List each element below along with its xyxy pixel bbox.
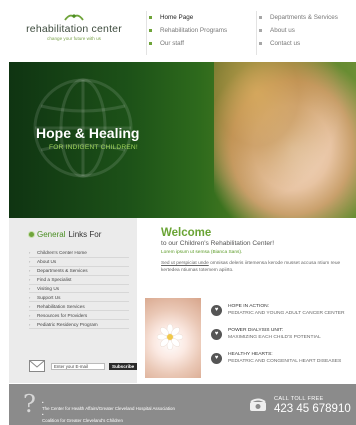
welcome-subtitle: to our Children's Rehabilitation Center! (161, 240, 275, 247)
sidebar-heading-accent: General (37, 230, 66, 239)
sidebar: General Links For › Children's Center Hom… (9, 218, 138, 383)
sidebar-link[interactable]: › Support Us (29, 293, 129, 303)
sidebar-link-label: Find a Specialist (37, 277, 72, 283)
call-label: CALL TOLL FREE (274, 396, 324, 402)
arrow-right-icon: › (29, 294, 31, 300)
hero-photo-hair (214, 62, 356, 218)
hero-banner: Hope & Healing FOR INDIGENT CHILDREN! (9, 62, 356, 218)
question-mark-icon: ? (23, 390, 36, 418)
sidebar-link-label: Resources for Providers (37, 312, 88, 318)
sidebar-link-label: Rehabilitation Services (37, 303, 85, 309)
phone-icon (250, 398, 266, 411)
arrow-right-icon: › (29, 312, 31, 318)
footer-link[interactable]: • Coalition for Greater Cleveland's Chil… (42, 412, 175, 424)
footer-link-label: The Center for Health Affairs/Greater Cl… (42, 406, 175, 411)
service-description: MAXIMIZING EACH CHILD'S POTENTIAL (228, 334, 321, 340)
nav-item-about[interactable]: About us (259, 24, 351, 37)
arrow-right-icon: › (29, 268, 31, 274)
nav-item-label: Our staff (160, 40, 185, 47)
logo-title: rehabilitation center (26, 23, 122, 35)
welcome-link[interactable]: Lorem ipsum ut semsa (Bianca Sans). (161, 250, 242, 255)
arrow-right-icon: › (29, 277, 31, 283)
nav-item-label: Contact us (270, 40, 301, 47)
bullet-icon (149, 42, 152, 45)
welcome-title: Welcome (161, 227, 212, 239)
bullet-icon (29, 232, 34, 237)
sidebar-link-label: Support Us (37, 294, 61, 300)
bullet-icon (149, 29, 152, 32)
phone-number[interactable]: 423 45 678910 (274, 403, 351, 415)
footer: ? • The Center for Health Affairs/Greate… (9, 384, 356, 425)
sidebar-link-label: Departments & Services (37, 268, 88, 274)
hands-flower-photo (145, 298, 201, 378)
sidebar-link[interactable]: › Resources for Providers (29, 311, 129, 321)
services-list: ♥ HOPE IN ACTION: PEDIATRIC AND YOUNG AD… (211, 304, 356, 376)
sidebar-heading: General Links For (29, 230, 101, 239)
sidebar-link-label: About Us (37, 259, 57, 265)
sidebar-link-label: Visiting Us (37, 286, 60, 291)
newsletter-form: Enter your E-mail Subscribe (29, 358, 149, 374)
sidebar-link-label: Pediatric Residency Program (37, 321, 98, 327)
service-item[interactable]: ♥ POWER DIALYSIS UNIT: MAXIMIZING EACH C… (211, 328, 356, 352)
sidebar-link[interactable]: › About Us (29, 258, 129, 267)
welcome-body-link[interactable]: Sed ut perspiciat unde (161, 261, 209, 266)
nav-item-label: Home Page (160, 14, 194, 21)
sidebar-links: › Children's Center Home › About Us › Depar… (29, 249, 129, 330)
logo-tagline: change your future with us (47, 36, 101, 41)
hero-subtitle: FOR INDIGENT CHILDREN! (49, 144, 138, 151)
flower-icon (157, 324, 183, 350)
nav-item-our-staff[interactable]: Our staff (149, 37, 246, 50)
footer-link-label: Coalition for Greater Cleveland's Childr… (42, 418, 123, 423)
services-panel: ♥ HOPE IN ACTION: PEDIATRIC AND YOUNG AD… (145, 298, 356, 380)
nav-item-contact[interactable]: Contact us (259, 37, 351, 50)
bullet-icon (259, 29, 262, 32)
logo[interactable]: rehabilitation center change your future… (24, 12, 124, 41)
sidebar-link[interactable]: › Pediatric Residency Program (29, 320, 129, 330)
main-nav-primary: Home Page Rehabilitation Programs Our st… (146, 11, 246, 55)
sidebar-link[interactable]: › Departments & Services (29, 267, 129, 276)
sidebar-link[interactable]: › Visiting Us (29, 285, 129, 294)
arrow-right-icon: › (29, 321, 31, 327)
arrow-right-icon: › (29, 303, 31, 309)
welcome-body: Sed ut perspiciat unde omnisas deleris i… (161, 260, 351, 274)
sidebar-link[interactable]: › Children's Center Home (29, 249, 129, 258)
sidebar-link-label: Children's Center Home (37, 250, 87, 256)
heart-icon: ♥ (211, 353, 222, 364)
nav-item-label: About us (270, 27, 295, 34)
nav-item-home[interactable]: Home Page (149, 11, 246, 24)
arrow-right-icon: › (29, 259, 31, 265)
arrow-right-icon: › (29, 250, 31, 256)
footer-link[interactable]: • The Center for Health Affairs/Greater … (42, 400, 175, 412)
sidebar-link[interactable]: › Rehabilitation Services (29, 302, 129, 312)
footer-links: • The Center for Health Affairs/Greater … (42, 400, 175, 424)
service-description: PEDIATRIC AND YOUNG ADULT CANCER CENTER (228, 310, 345, 316)
nav-item-rehabilitation-programs[interactable]: Rehabilitation Programs (149, 24, 246, 37)
service-item[interactable]: ♥ HEALTHY HEARTS: PEDIATRIC AND CONGENIT… (211, 352, 356, 376)
service-item[interactable]: ♥ HOPE IN ACTION: PEDIATRIC AND YOUNG AD… (211, 304, 356, 328)
main-nav-secondary: Departments & Services About us Contact … (256, 11, 351, 55)
subscribe-button[interactable]: Subscribe (109, 362, 138, 370)
nav-item-label: Departments & Services (270, 14, 338, 21)
heart-icon: ♥ (211, 305, 222, 316)
heart-icon: ♥ (211, 329, 222, 340)
envelope-icon (29, 360, 45, 372)
service-description: PEDIATRIC AND CONGENITAL HEART DISEASES (228, 358, 342, 364)
email-field[interactable]: Enter your E-mail (51, 362, 105, 370)
sidebar-link[interactable]: › Find a Specialist (29, 276, 129, 285)
nav-item-label: Rehabilitation Programs (160, 27, 228, 34)
nav-item-departments[interactable]: Departments & Services (259, 11, 351, 24)
leaf-icon (64, 14, 84, 21)
bullet-icon (259, 16, 262, 19)
hero-title: Hope & Healing (36, 125, 140, 141)
bullet-icon (149, 16, 152, 19)
bullet-icon (259, 42, 262, 45)
sidebar-heading-text: Links For (68, 230, 102, 239)
arrow-right-icon: › (29, 286, 31, 291)
